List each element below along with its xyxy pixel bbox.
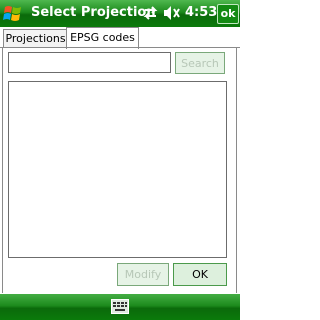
- title-ok-button[interactable]: ok: [217, 4, 239, 24]
- title-bar: Select Projection 4:53 ok: [0, 0, 240, 27]
- tab-projections[interactable]: Projections: [3, 29, 68, 48]
- tab-panel-left-border: [2, 47, 3, 293]
- tab-panel-right-border: [236, 47, 237, 293]
- window-title: Select Projection: [31, 5, 156, 20]
- keyboard-icon[interactable]: [111, 299, 129, 314]
- volume-icon[interactable]: [162, 4, 181, 22]
- connectivity-icon[interactable]: [143, 4, 158, 22]
- epsg-result-list[interactable]: [8, 81, 227, 258]
- windows-start-icon[interactable]: [2, 2, 24, 24]
- tab-panel-top-border: [0, 47, 240, 48]
- clock-time[interactable]: 4:53: [185, 5, 217, 20]
- search-button[interactable]: Search: [175, 52, 225, 74]
- modify-button[interactable]: Modify: [117, 263, 169, 286]
- tab-strip: Projections EPSG codes: [0, 27, 240, 49]
- bottom-bar: [0, 294, 240, 320]
- search-input[interactable]: [8, 52, 171, 73]
- ok-button[interactable]: OK: [173, 263, 227, 286]
- tab-epsg-codes[interactable]: EPSG codes: [66, 27, 139, 49]
